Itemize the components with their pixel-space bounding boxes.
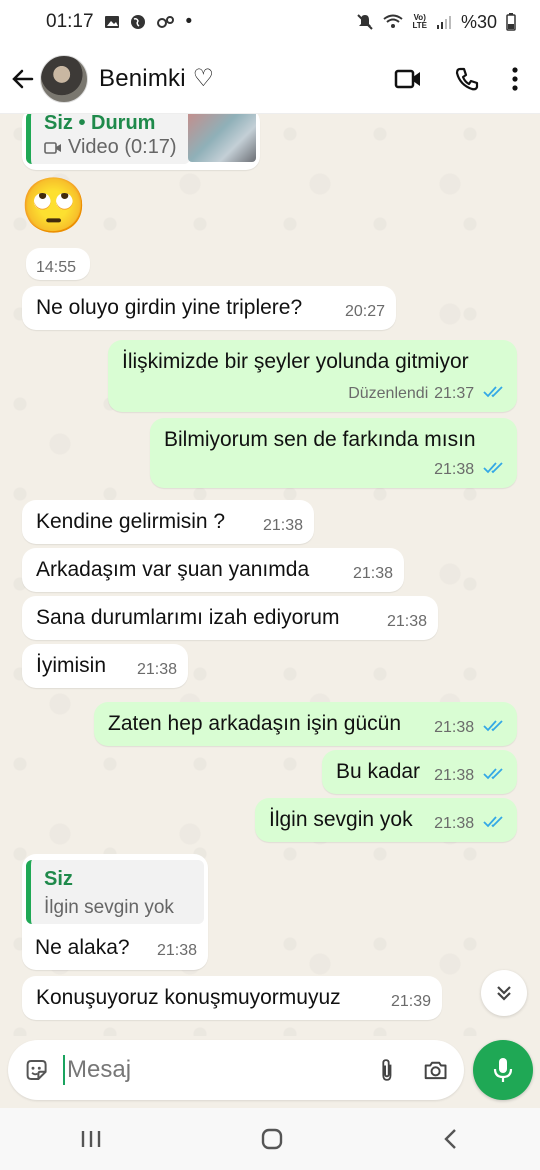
message-time: 21:39 xyxy=(390,993,431,1010)
chevron-double-down-icon xyxy=(497,986,511,1001)
message-bubble-outgoing[interactable]: İlgin sevgin yok 21:38 xyxy=(255,798,517,842)
message-text: Sana durumlarımı izah ediyorum xyxy=(36,606,340,629)
message-time: 21:38 xyxy=(434,461,475,478)
message-text: Bilmiyorum sen de farkında mısın xyxy=(164,428,476,451)
message-time: 21:38 xyxy=(434,719,475,736)
link-icon xyxy=(156,16,174,28)
double-check-icon xyxy=(483,816,503,828)
message-composer xyxy=(8,1040,464,1100)
message-bubble-incoming[interactable]: Ne oluyo girdin yine triplere? 20:27 xyxy=(22,286,396,330)
double-check-icon xyxy=(483,720,503,732)
chat-area[interactable]: Siz • Durum Video (0:17) 🙄 14:55 Ne oluy… xyxy=(0,114,540,1036)
quoted-status-media: Video (0:17) xyxy=(68,136,177,158)
status-thumbnail xyxy=(188,114,256,162)
message-text: İyimisin xyxy=(36,654,107,677)
message-text: Zaten hep arkadaşın işin gücün xyxy=(108,712,402,735)
message-time: 21:38 xyxy=(352,565,393,582)
message-bubble-outgoing[interactable]: İlişkimizde bir şeyler yolunda gitmiyor … xyxy=(108,340,517,412)
message-time: 20:27 xyxy=(344,303,385,320)
quoted-status-card[interactable]: Siz • Durum Video (0:17) xyxy=(22,114,260,170)
message-time: 21:38 xyxy=(434,815,475,832)
message-input[interactable] xyxy=(67,1056,377,1084)
message-text: Bu kadar xyxy=(336,760,421,783)
message-time: 21:38 xyxy=(262,517,303,534)
video-call-icon[interactable] xyxy=(394,68,422,90)
text-cursor xyxy=(63,1055,65,1085)
quoted-text: İlgin sevgin yok xyxy=(44,897,174,918)
message-text: Arkadaşım var şuan yanımda xyxy=(36,558,310,581)
message-time: 21:37 xyxy=(434,385,475,402)
sticker-icon[interactable] xyxy=(24,1056,49,1084)
message-text: Ne oluyo girdin yine triplere? xyxy=(36,296,303,319)
camera-icon[interactable] xyxy=(423,1058,448,1082)
recent-apps-icon[interactable] xyxy=(79,1128,103,1150)
emoji-time-bubble: 14:55 xyxy=(26,248,90,280)
double-check-icon xyxy=(483,386,503,398)
message-bubble-outgoing[interactable]: Zaten hep arkadaşın işin gücün 21:38 xyxy=(94,702,517,746)
message-bubble-incoming[interactable]: Sana durumlarımı izah ediyorum 21:38 xyxy=(22,596,438,640)
nav-back-icon[interactable] xyxy=(441,1127,461,1151)
gallery-icon xyxy=(104,16,119,28)
back-button[interactable] xyxy=(10,66,36,92)
message-bubble-outgoing[interactable]: Bilmiyorum sen de farkında mısın 21:38 xyxy=(150,418,517,488)
message-time: 21:38 xyxy=(156,942,197,959)
edited-label: Düzenlendi xyxy=(348,385,429,402)
signal-icon xyxy=(436,16,451,29)
phone-icon[interactable] xyxy=(454,66,480,92)
battery-percent: %30 xyxy=(460,11,497,32)
mute-icon xyxy=(357,14,374,30)
double-check-icon xyxy=(483,462,503,474)
message-text: İlgin sevgin yok xyxy=(269,808,413,831)
video-icon xyxy=(44,142,61,154)
message-time: 14:55 xyxy=(36,259,77,276)
scroll-to-bottom-button[interactable] xyxy=(481,970,527,1016)
message-bubble-incoming[interactable]: Arkadaşım var şuan yanımda 21:38 xyxy=(22,548,404,592)
message-bubble-incoming[interactable]: Konuşuyoruz konuşmuyormuyuz 21:39 xyxy=(22,976,442,1020)
message-text: Konuşuyoruz konuşmuyormuyuz xyxy=(36,986,341,1009)
mic-icon xyxy=(493,1058,513,1082)
volte-icon: Vo) LTE xyxy=(412,13,427,30)
message-time: 21:38 xyxy=(136,661,177,678)
quoted-message[interactable]: Siz İlgin sevgin yok xyxy=(26,860,204,924)
status-dot: • xyxy=(185,11,193,32)
avatar[interactable] xyxy=(40,54,88,103)
system-nav-bar xyxy=(0,1108,540,1170)
double-check-icon xyxy=(483,768,503,780)
message-text: İlişkimizde bir şeyler yolunda gitmiyor xyxy=(122,350,469,373)
home-icon[interactable] xyxy=(260,1127,284,1151)
back-arrow-icon xyxy=(12,69,34,88)
status-time: 01:17 xyxy=(46,11,94,32)
status-bar: 01:17 • Vo) LTE %30 xyxy=(0,0,540,44)
message-bubble-incoming[interactable]: Siz İlgin sevgin yok Ne alaka? 21:38 xyxy=(22,854,208,970)
attach-icon[interactable] xyxy=(377,1056,397,1084)
emoji-message: 🙄 xyxy=(20,176,88,236)
globe-icon xyxy=(130,15,145,29)
message-bubble-outgoing[interactable]: Bu kadar 21:38 xyxy=(322,750,517,794)
voice-message-button[interactable] xyxy=(473,1040,533,1100)
message-text: Kendine gelirmisin ? xyxy=(36,510,226,533)
chat-header: Benimki ♡ xyxy=(0,44,540,114)
wifi-icon xyxy=(383,14,404,28)
battery-icon xyxy=(506,13,516,31)
quoted-author: Siz xyxy=(44,868,73,890)
message-bubble-incoming[interactable]: İyimisin 21:38 xyxy=(22,644,188,688)
more-vert-icon[interactable] xyxy=(512,66,518,91)
contact-name[interactable]: Benimki ♡ xyxy=(99,64,214,93)
message-text: Ne alaka? xyxy=(35,936,130,959)
message-bubble-incoming[interactable]: Kendine gelirmisin ? 21:38 xyxy=(22,500,314,544)
message-time: 21:38 xyxy=(386,613,427,630)
message-time: 21:38 xyxy=(434,767,475,784)
